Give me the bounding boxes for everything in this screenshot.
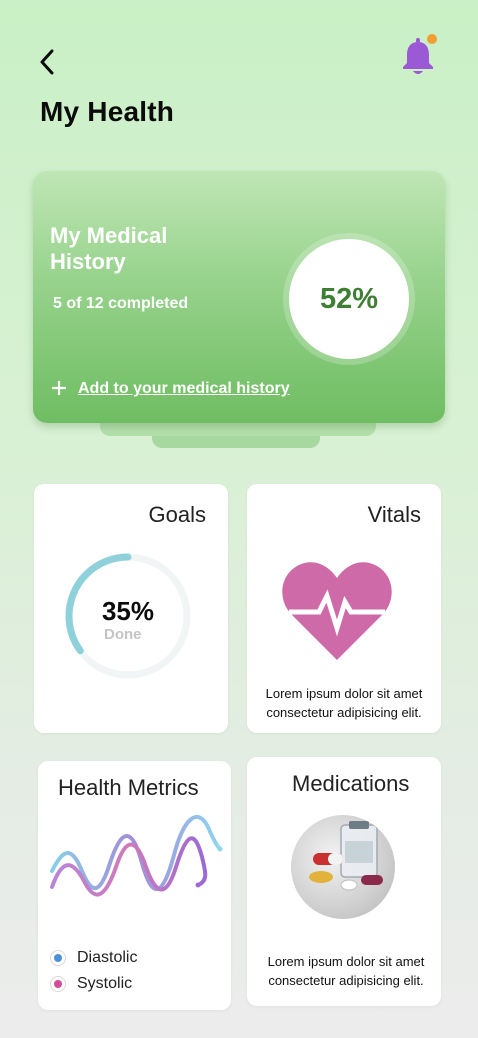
legend-systolic: Systolic: [50, 975, 132, 993]
wave-chart-icon: [50, 814, 223, 897]
medication-image: [291, 815, 395, 919]
notification-badge: [427, 34, 437, 44]
goals-percent: 35%: [101, 596, 155, 626]
medical-history-card[interactable]: My Medical History 5 of 12 completed 52%…: [33, 171, 445, 423]
systolic-dot: [50, 976, 66, 992]
goals-done-label: Done: [104, 626, 142, 643]
medications-title: Medications: [292, 771, 410, 796]
page-title: My Health: [40, 96, 175, 127]
completion-ring: 52%: [283, 233, 415, 365]
plus-icon: [51, 379, 69, 399]
medical-history-progress: 5 of 12 completed: [53, 295, 189, 312]
goals-title: Goals: [148, 502, 206, 527]
vitals-title: Vitals: [367, 502, 421, 527]
legend-label: Diastolic: [77, 949, 138, 966]
medications-description: Lorem ipsum dolor sit amet consectetur a…: [267, 954, 425, 988]
diastolic-dot: [50, 950, 66, 966]
vitals-description: Lorem ipsum dolor sit amet consectetur a…: [265, 686, 423, 720]
legend-diastolic: Diastolic: [50, 949, 137, 967]
medical-history-title: My Medical History: [50, 223, 168, 274]
bell-icon: [403, 34, 437, 74]
legend-label: Systolic: [77, 975, 133, 992]
add-medical-history-link[interactable]: Add to your medical history: [51, 379, 290, 399]
medications-card[interactable]: Medications Lorem ipsum dolor sit amet c…: [247, 757, 441, 1006]
add-medical-history-label: Add to your medical history: [78, 380, 290, 397]
health-metrics-title: Health Metrics: [58, 775, 199, 800]
back-button[interactable]: [34, 48, 60, 76]
vitals-card[interactable]: Vitals Lorem ipsum dolor sit amet consec…: [247, 484, 441, 733]
heartbeat-icon: [282, 562, 392, 660]
chevron-left-icon: [40, 49, 54, 75]
completion-percent: 52%: [289, 239, 409, 359]
health-metrics-card[interactable]: Health Metrics Diastolic Systolic: [38, 761, 231, 1010]
goals-card[interactable]: Goals 35% Done: [34, 484, 228, 733]
notification-button[interactable]: [400, 32, 440, 76]
